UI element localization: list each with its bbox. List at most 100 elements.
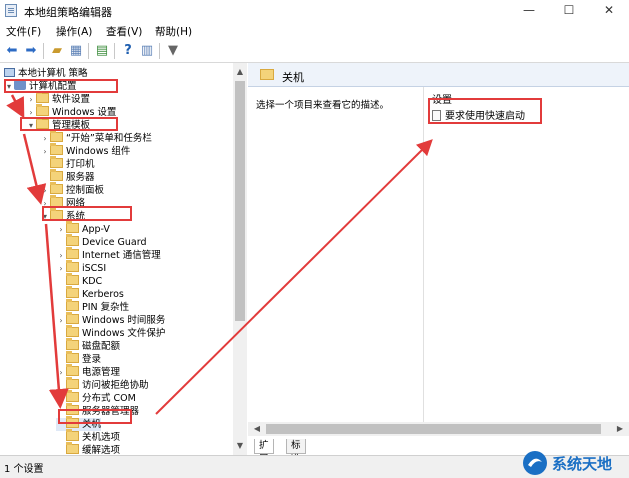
- scrollbar-thumb[interactable]: [266, 424, 601, 434]
- tree-item-iscsi[interactable]: › iSCSI: [56, 260, 107, 275]
- folder-icon: [50, 182, 63, 194]
- tree-item-windows-time[interactable]: › Windows 时间服务: [56, 312, 166, 327]
- expand-chevron-icon[interactable]: ›: [40, 197, 50, 210]
- details-header-title: 关机: [282, 71, 304, 84]
- scroll-left-arrow-icon[interactable]: ◀: [250, 422, 264, 436]
- expand-chevron-icon[interactable]: ›: [56, 366, 66, 379]
- details-horizontal-scrollbar[interactable]: ◀ ▶: [248, 422, 629, 436]
- site-watermark: 系统天地: [520, 448, 629, 478]
- help-icon[interactable]: ?: [120, 43, 136, 59]
- tree-item-server[interactable]: 服务器: [40, 169, 95, 184]
- tree-item-shutdown[interactable]: 关机: [56, 416, 102, 431]
- expand-chevron-icon[interactable]: ›: [56, 249, 66, 262]
- tree-item-label: 网络: [66, 198, 86, 209]
- expand-chevron-icon[interactable]: ›: [56, 314, 66, 327]
- expand-chevron-icon[interactable]: ›: [40, 184, 50, 197]
- folder-icon: [50, 143, 63, 155]
- tree-item-kdc[interactable]: KDC: [56, 273, 103, 288]
- tree-item-label: Internet 通信管理: [82, 250, 161, 261]
- folder-icon: [50, 208, 63, 220]
- watermark-text: 系统天地: [552, 455, 613, 473]
- collapse-chevron-icon[interactable]: ▾: [26, 119, 36, 132]
- folder-icon: [36, 91, 49, 103]
- toolbar-separator: [114, 43, 115, 59]
- menu-view[interactable]: 查看(V): [106, 24, 142, 39]
- folder-icon: [66, 273, 79, 285]
- folder-icon: [36, 104, 49, 116]
- tree-item-label: App-V: [82, 224, 110, 235]
- tree-item-label: 服务器: [66, 172, 95, 183]
- menu-help[interactable]: 帮助(H): [155, 24, 192, 39]
- maximize-button[interactable]: ☐: [549, 0, 589, 21]
- folder-icon: [66, 442, 79, 454]
- folder-icon: [66, 312, 79, 324]
- filter-icon[interactable]: ▼: [165, 43, 181, 59]
- tab-extended[interactable]: 扩展: [254, 439, 274, 465]
- tree-item-label: 打印机: [66, 159, 95, 170]
- folder-icon: [66, 338, 79, 350]
- back-arrow-icon[interactable]: ⬅: [4, 43, 20, 59]
- tree-item-label: 关机: [82, 419, 102, 430]
- tree-item-start-menu[interactable]: › “开始”菜单和任务栏: [40, 130, 152, 145]
- scrollbar-thumb[interactable]: [235, 81, 245, 321]
- folder-icon: [66, 234, 79, 246]
- tree-item-system[interactable]: ▾ 系统: [40, 208, 85, 223]
- tree-item-label: KDC: [82, 276, 103, 287]
- menu-file[interactable]: 文件(F): [6, 24, 41, 39]
- scroll-up-arrow-icon[interactable]: ▲: [233, 65, 247, 79]
- tree-item-label: Windows 文件保护: [82, 328, 166, 339]
- tree-item-label: iSCSI: [82, 263, 107, 274]
- expand-chevron-icon[interactable]: ›: [40, 132, 50, 145]
- tree-root[interactable]: 本地计算机 策略: [4, 67, 88, 80]
- tree-item-label: PIN 复杂性: [82, 302, 130, 313]
- collapse-chevron-icon[interactable]: ▾: [40, 210, 50, 223]
- folder-icon: [66, 299, 79, 311]
- collapse-chevron-icon[interactable]: ▾: [4, 80, 14, 93]
- tree-vertical-scrollbar[interactable]: ▲ ▼: [233, 63, 247, 455]
- tree-item-printers[interactable]: 打印机: [40, 156, 95, 171]
- tree-item-appv[interactable]: › App-V: [56, 221, 110, 236]
- tab-standard[interactable]: 标准: [286, 439, 306, 465]
- setting-column-header[interactable]: 设置: [432, 91, 452, 106]
- details-header: 关机: [248, 63, 629, 87]
- tree-item-admin-templates[interactable]: ▾ 管理模板: [26, 117, 90, 132]
- details-pane: 关机 选择一个项目来查看它的描述。 设置 要求使用快速启动: [248, 63, 629, 455]
- expand-chevron-icon[interactable]: ›: [40, 145, 50, 158]
- tree-item-label: 登录: [82, 354, 102, 365]
- tree-item-label: 分布式 COM: [82, 393, 136, 404]
- tree-item-label: Windows 时间服务: [82, 315, 166, 326]
- folder-icon: [36, 117, 49, 129]
- folder-icon: [66, 286, 79, 298]
- expand-chevron-icon[interactable]: ›: [56, 262, 66, 275]
- tree-item-logon[interactable]: 登录: [56, 351, 102, 366]
- setting-row-fast-startup[interactable]: 要求使用快速启动: [432, 107, 525, 122]
- expand-chevron-icon[interactable]: ›: [56, 392, 66, 405]
- toolbar-separator: [159, 43, 160, 59]
- tree-item-label: 服务器管理器: [82, 406, 140, 417]
- folder-icon: [50, 195, 63, 207]
- properties-icon[interactable]: ▥: [139, 43, 155, 59]
- show-hide-tree-icon[interactable]: ▦: [68, 43, 84, 59]
- tree-item-network[interactable]: › 网络: [40, 195, 86, 210]
- up-folder-icon[interactable]: ▰: [49, 43, 65, 59]
- policy-editor-app-icon: [5, 4, 17, 17]
- description-text: 选择一个项目来查看它的描述。: [256, 100, 390, 111]
- watermark-logo-icon: [523, 451, 547, 475]
- folder-icon: [66, 390, 79, 402]
- folder-icon: [66, 351, 79, 363]
- close-button[interactable]: ✕: [589, 0, 629, 21]
- folder-icon: [50, 156, 63, 168]
- minimize-button[interactable]: —: [509, 0, 549, 21]
- expand-chevron-icon[interactable]: ›: [26, 106, 36, 119]
- menu-action[interactable]: 操作(A): [56, 24, 92, 39]
- tree-item-windows-file-protection[interactable]: Windows 文件保护: [56, 325, 166, 340]
- scroll-right-arrow-icon[interactable]: ▶: [613, 422, 627, 436]
- forward-arrow-icon[interactable]: ➡: [23, 43, 39, 59]
- expand-chevron-icon[interactable]: ›: [26, 93, 36, 106]
- expand-chevron-icon[interactable]: ›: [56, 223, 66, 236]
- tree-item-label: Windows 设置: [52, 107, 117, 118]
- tree-item-label: 关机选项: [82, 432, 121, 443]
- scroll-down-arrow-icon[interactable]: ▼: [233, 439, 247, 453]
- export-list-icon[interactable]: ▤: [94, 43, 110, 59]
- tree-item-mitigation-options[interactable]: 缓解选项: [56, 442, 120, 455]
